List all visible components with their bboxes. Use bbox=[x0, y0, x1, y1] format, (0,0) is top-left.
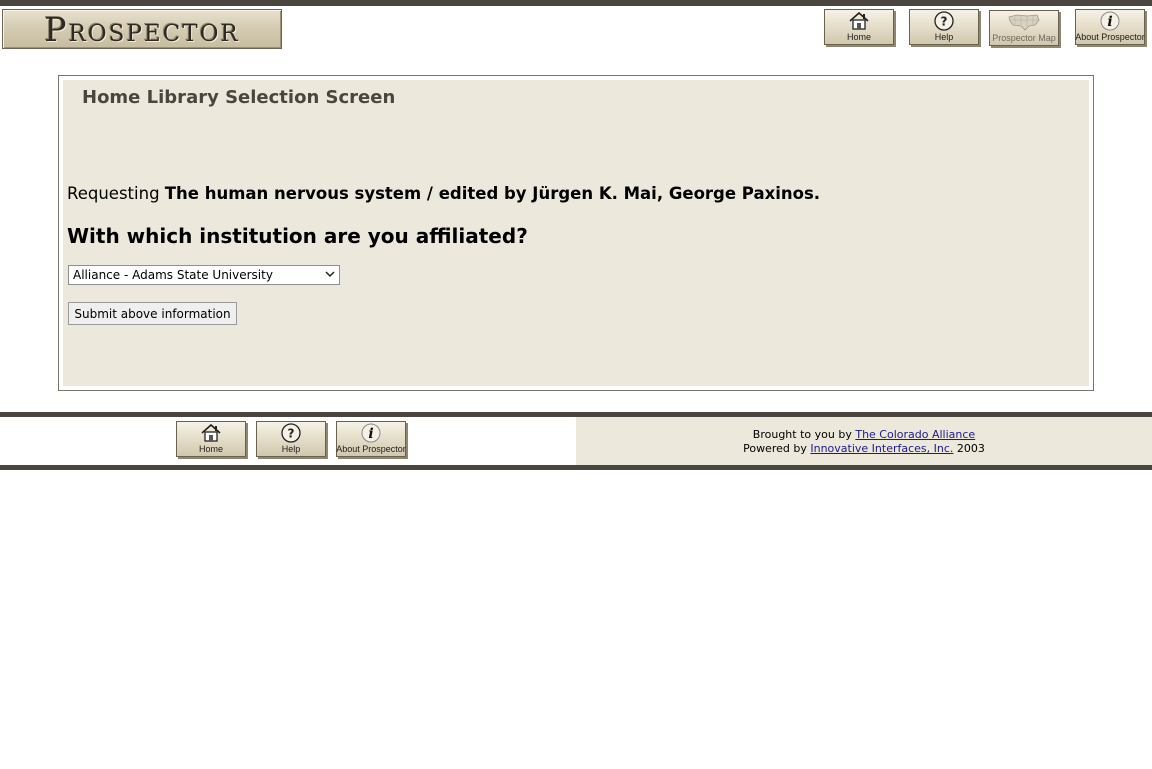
header-home-button[interactable]: Home bbox=[824, 9, 894, 45]
submit-button[interactable]: Submit above information bbox=[68, 302, 237, 325]
footer-help-label: Help bbox=[281, 444, 301, 454]
svg-text:i: i bbox=[1107, 14, 1112, 30]
logo-text: Prospector bbox=[44, 9, 240, 49]
footer-about-label: About Prospector bbox=[336, 444, 406, 454]
prospector-logo[interactable]: Prospector bbox=[2, 9, 282, 49]
header-help-button[interactable]: ? Help bbox=[909, 9, 979, 45]
selection-panel: Home Library Selection Screen Requesting… bbox=[58, 75, 1094, 391]
selection-panel-body: Home Library Selection Screen Requesting… bbox=[63, 80, 1089, 386]
requesting-prefix: Requesting bbox=[67, 184, 160, 203]
help-icon: ? bbox=[933, 10, 955, 32]
innovative-interfaces-link[interactable]: Innovative Interfaces, Inc. bbox=[810, 442, 953, 455]
header-help-label: Help bbox=[934, 32, 954, 42]
svg-text:?: ? bbox=[288, 427, 295, 441]
requested-item-title: The human nervous system / edited by Jür… bbox=[164, 184, 821, 203]
header-about-label: About Prospector bbox=[1075, 32, 1145, 42]
top-rule bbox=[0, 0, 1152, 6]
home-icon bbox=[848, 10, 870, 32]
help-icon: ? bbox=[280, 422, 302, 444]
chevron-down-icon bbox=[325, 269, 335, 282]
footer-help-button[interactable]: ? Help bbox=[256, 421, 326, 457]
colorado-alliance-link[interactable]: The Colorado Alliance bbox=[855, 428, 975, 441]
powered-year: 2003 bbox=[956, 442, 985, 455]
footer-home-button[interactable]: Home bbox=[176, 421, 246, 457]
brought-line: Brought to you by The Colorado Alliance bbox=[576, 428, 1152, 442]
header-map-label: Prospector Map bbox=[992, 33, 1056, 43]
requesting-line: Requesting The human nervous system / ed… bbox=[67, 184, 820, 203]
info-icon: i bbox=[360, 422, 382, 444]
powered-line: Powered by Innovative Interfaces, Inc. 2… bbox=[576, 442, 1152, 456]
institution-select-value: Alliance - Adams State University bbox=[73, 268, 273, 282]
header-about-button[interactable]: i About Prospector bbox=[1075, 9, 1145, 45]
footer-rule-bottom bbox=[0, 465, 1152, 470]
footer-about-button[interactable]: i About Prospector bbox=[336, 421, 406, 457]
footer-credits: Brought to you by The Colorado Alliance … bbox=[576, 417, 1152, 465]
affiliation-question: With which institution are you affiliate… bbox=[67, 224, 528, 248]
svg-text:i: i bbox=[368, 426, 373, 442]
footer-home-label: Home bbox=[198, 444, 223, 454]
svg-text:?: ? bbox=[941, 15, 948, 29]
home-icon bbox=[200, 422, 222, 444]
header-map-button[interactable]: Prospector Map bbox=[989, 10, 1059, 46]
powered-prefix: Powered by bbox=[743, 442, 807, 455]
header-home-label: Home bbox=[846, 32, 871, 42]
info-icon: i bbox=[1099, 10, 1121, 32]
brought-prefix: Brought to you by bbox=[752, 428, 852, 441]
institution-select[interactable]: Alliance - Adams State University bbox=[68, 265, 340, 285]
map-icon bbox=[1007, 11, 1041, 33]
page-title: Home Library Selection Screen bbox=[82, 87, 396, 108]
